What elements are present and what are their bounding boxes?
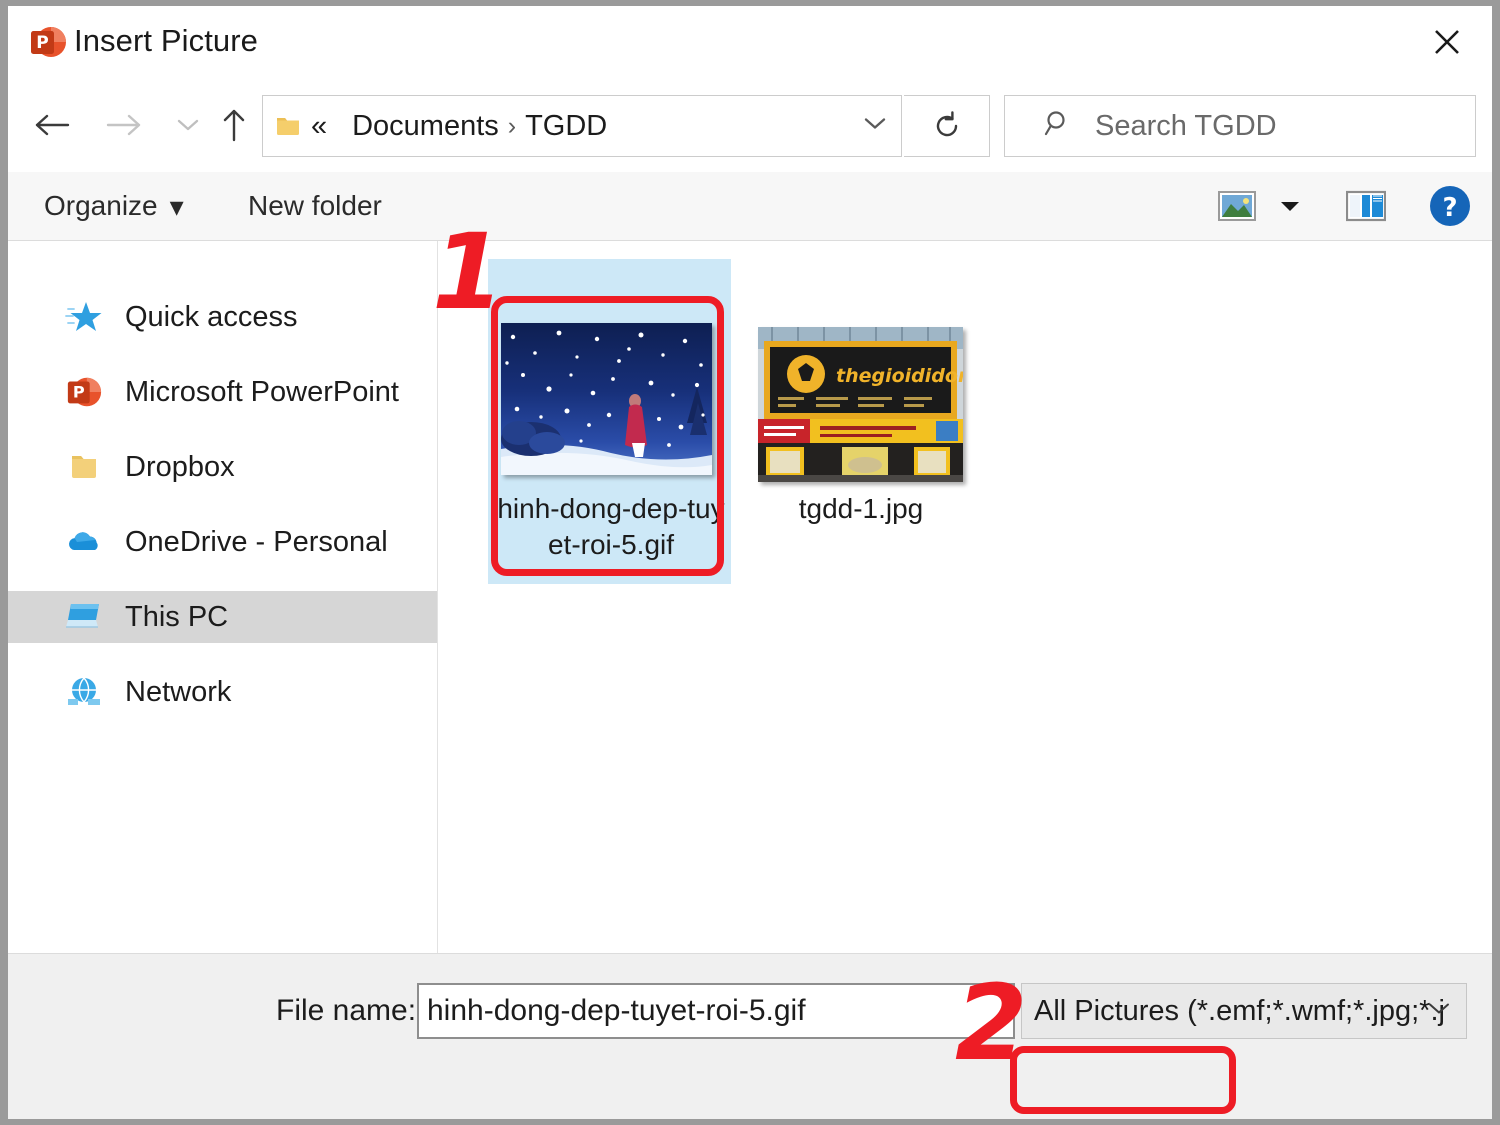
file-name-input[interactable]: hinh-dong-dep-tuyet-roi-5.gif bbox=[417, 983, 1015, 1039]
sidebar-item-label: Dropbox bbox=[125, 451, 235, 484]
network-icon bbox=[63, 673, 105, 711]
sidebar-item-label: Network bbox=[125, 676, 231, 709]
help-icon[interactable]: ? bbox=[1428, 184, 1472, 228]
sidebar-item-label: OneDrive - Personal bbox=[125, 526, 388, 559]
file-name-value: hinh-dong-dep-tuyet-roi-5.gif bbox=[427, 994, 806, 1028]
close-icon[interactable] bbox=[1414, 12, 1480, 72]
annotation-marker-1: 1 bbox=[432, 220, 504, 324]
arrow-right-icon bbox=[96, 78, 152, 172]
breadcrumb: « Documents › TGDD bbox=[311, 110, 607, 143]
cloud-icon bbox=[63, 523, 105, 561]
chevron-down-icon bbox=[1426, 1000, 1452, 1023]
arrow-up-icon[interactable] bbox=[206, 78, 262, 172]
annotation-marker-2: 2 bbox=[955, 971, 1027, 1075]
sidebar-item-network[interactable]: Network bbox=[8, 666, 437, 718]
star-icon bbox=[63, 298, 105, 336]
powerpoint-icon: P bbox=[63, 373, 105, 411]
dialog-footer: File name: hinh-dong-dep-tuyet-roi-5.gif… bbox=[8, 953, 1492, 1119]
picture-view-icon[interactable] bbox=[1216, 186, 1258, 226]
svg-text:?: ? bbox=[1442, 193, 1457, 223]
sidebar-item-dropbox[interactable]: Dropbox bbox=[8, 441, 437, 493]
file-name-label: tgdd-1.jpg bbox=[748, 491, 974, 527]
navigation-pane: Quick access P Microsoft PowerPoint bbox=[8, 241, 438, 953]
sidebar-item-label: Microsoft PowerPoint bbox=[125, 376, 399, 409]
sidebar-item-this-pc[interactable]: This PC bbox=[8, 591, 437, 643]
view-options-chevron-down-icon[interactable] bbox=[1273, 186, 1307, 226]
new-folder-button[interactable]: New folder bbox=[248, 186, 382, 226]
svg-text:P: P bbox=[73, 383, 85, 402]
sidebar-item-quick-access[interactable]: Quick access bbox=[8, 291, 437, 343]
file-thumbnail-jpg[interactable]: thegioididong bbox=[758, 327, 963, 482]
folder-icon bbox=[63, 448, 105, 486]
arrow-left-icon[interactable] bbox=[24, 78, 80, 172]
search-placeholder: Search TGDD bbox=[1095, 110, 1277, 143]
chevron-down-icon[interactable] bbox=[861, 114, 889, 139]
title-bar: P Insert Picture bbox=[8, 6, 1492, 78]
dialog-body: Quick access P Microsoft PowerPoint bbox=[8, 241, 1492, 953]
refresh-icon[interactable] bbox=[904, 95, 990, 157]
file-name-label: hinh-dong-dep-tuyet-roi-5.gif bbox=[491, 491, 731, 562]
monitor-icon bbox=[63, 598, 105, 636]
sidebar-item-label: Quick access bbox=[125, 301, 297, 334]
dialog-title: Insert Picture bbox=[74, 23, 258, 59]
address-bar[interactable]: « Documents › TGDD bbox=[262, 95, 902, 157]
breadcrumb-separator-0 bbox=[336, 112, 343, 141]
sidebar-item-onedrive-personal[interactable]: OneDrive - Personal bbox=[8, 516, 437, 568]
breadcrumb-item-tgdd[interactable]: TGDD bbox=[525, 110, 607, 143]
powerpoint-icon: P bbox=[28, 22, 68, 62]
organize-label: Organize bbox=[44, 190, 158, 222]
search-icon bbox=[1043, 109, 1073, 144]
file-list-view[interactable]: hinh-dong-dep-tuyet-roi-5.gif bbox=[438, 241, 1492, 953]
new-folder-label: New folder bbox=[248, 190, 382, 222]
folder-icon bbox=[275, 114, 301, 138]
svg-text:thegioididong: thegioididong bbox=[836, 365, 963, 387]
chevron-down-icon: ▾ bbox=[170, 190, 184, 223]
sidebar-item-microsoft-powerpoint[interactable]: P Microsoft PowerPoint bbox=[8, 366, 437, 418]
breadcrumb-overflow[interactable]: « bbox=[311, 110, 327, 143]
navigation-bar: « Documents › TGDD bbox=[8, 78, 1492, 172]
insert-picture-dialog: P Insert Picture bbox=[8, 6, 1492, 1119]
command-bar: Organize ▾ New folder bbox=[8, 172, 1492, 241]
file-type-value: All Pictures (*.emf;*.wmf;*.jpg;*.j bbox=[1034, 995, 1445, 1028]
breadcrumb-item-documents[interactable]: Documents bbox=[352, 110, 499, 143]
svg-text:P: P bbox=[36, 33, 48, 53]
file-name-field-label: File name: bbox=[276, 994, 416, 1028]
file-type-select[interactable]: All Pictures (*.emf;*.wmf;*.jpg;*.j bbox=[1021, 983, 1467, 1039]
sidebar-item-label: This PC bbox=[125, 601, 228, 634]
search-input[interactable]: Search TGDD bbox=[1004, 95, 1476, 157]
file-thumbnail-gif[interactable] bbox=[501, 323, 712, 475]
breadcrumb-separator-1: › bbox=[508, 112, 516, 141]
organize-button[interactable]: Organize ▾ bbox=[44, 186, 184, 226]
preview-pane-icon[interactable] bbox=[1344, 186, 1388, 226]
